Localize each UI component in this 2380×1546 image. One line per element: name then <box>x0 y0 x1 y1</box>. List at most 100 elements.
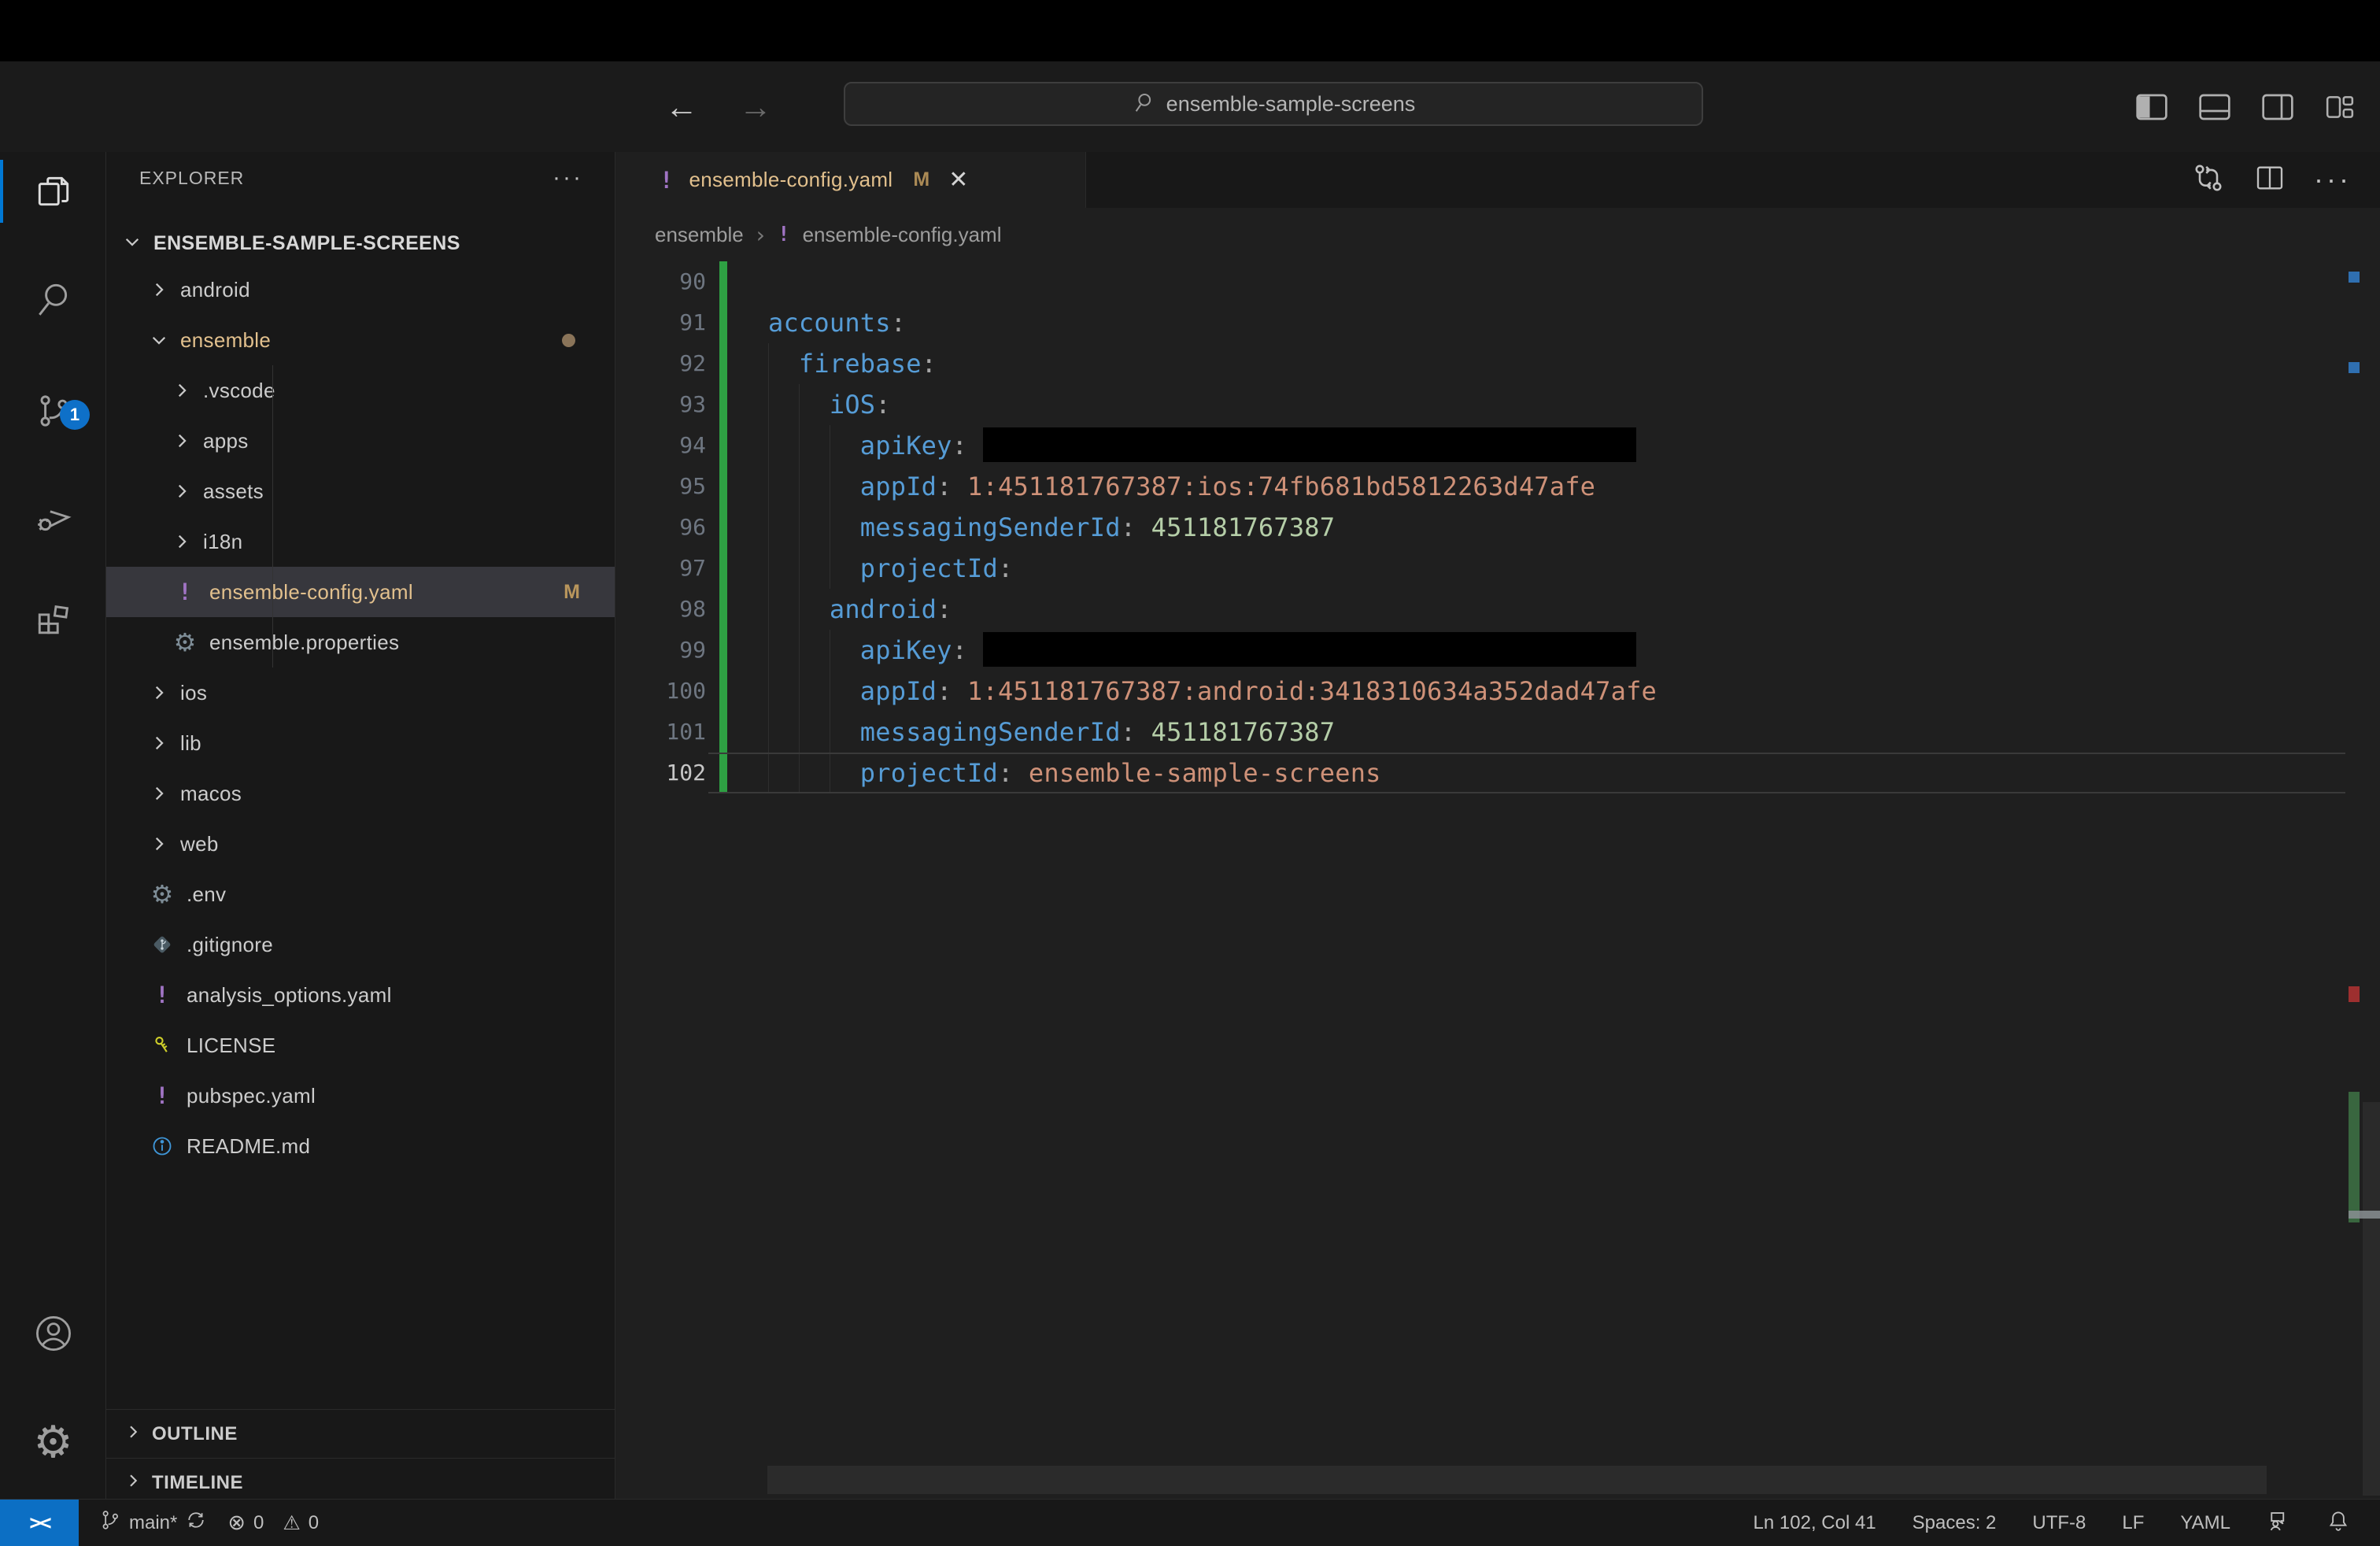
code-line-90[interactable]: 90 <box>615 261 2380 302</box>
tab-ensemble-config[interactable]: ! ensemble-config.yaml M ✕ <box>615 152 1086 208</box>
outline-section-header[interactable]: OUTLINE <box>106 1409 615 1458</box>
tree-item-ensemble-config-yaml[interactable]: ! ensemble-config.yaml M <box>106 567 615 617</box>
tab-close-icon[interactable]: ✕ <box>948 166 968 194</box>
notifications-bell-icon[interactable] <box>2326 1509 2350 1537</box>
code-line-text: accounts: <box>768 308 907 338</box>
line-number: 94 <box>679 432 706 458</box>
command-center[interactable]: ensemble-sample-screens <box>844 82 1703 126</box>
accounts-icon[interactable] <box>0 1294 106 1373</box>
key-icon <box>149 1034 176 1056</box>
explorer-more-actions-button[interactable]: ··· <box>552 165 583 191</box>
toggle-secondary-sidebar-button[interactable] <box>2262 94 2293 120</box>
run-and-debug-icon[interactable] <box>0 478 106 557</box>
tree-item-label: ensemble.properties <box>209 630 400 654</box>
code-line-text: messagingSenderId: 451181767387 <box>768 717 1336 747</box>
tree-item-apps[interactable]: apps <box>106 416 615 466</box>
code-line-text: appId: 1:451181767387:android:3418310634… <box>768 676 1658 706</box>
chevron-down-icon <box>122 231 142 256</box>
tree-item-macos[interactable]: macos <box>106 768 615 819</box>
branch-indicator[interactable]: main* <box>99 1509 207 1537</box>
error-icon: ⊗ <box>227 1511 246 1535</box>
problems-indicator[interactable]: ⊗ 0 ⚠ 0 <box>227 1511 319 1535</box>
split-editor-icon[interactable] <box>2254 162 2286 198</box>
toggle-primary-sidebar-button[interactable] <box>2136 94 2168 120</box>
code-line-95[interactable]: 95 appId: 1:451181767387:ios:74fb681bd58… <box>615 466 2380 507</box>
code-area[interactable]: 90 91 accounts: 92 firebase: 93 iOS: 94 apiKe… <box>615 261 2380 793</box>
code-line-93[interactable]: 93 iOS: <box>615 384 2380 425</box>
extensions-icon[interactable] <box>0 578 106 656</box>
vertical-scrollbar[interactable] <box>2363 1102 2380 1496</box>
history-back-button[interactable]: ← <box>665 90 698 124</box>
gutter-added-indicator <box>719 589 727 630</box>
source-control-icon[interactable]: 1 <box>0 372 106 450</box>
tree-item-web[interactable]: web <box>106 819 615 869</box>
code-line-97[interactable]: 97 projectId: <box>615 548 2380 589</box>
line-number: 92 <box>679 350 706 376</box>
tree-item-lib[interactable]: lib <box>106 718 615 768</box>
code-line-101[interactable]: 101 messagingSenderId: 451181767387 <box>615 712 2380 753</box>
breadcrumb-folder[interactable]: ensemble <box>655 223 744 247</box>
code-line-92[interactable]: 92 firebase: <box>615 343 2380 384</box>
tree-item-android[interactable]: android <box>106 264 615 315</box>
code-line-98[interactable]: 98 android: <box>615 589 2380 630</box>
tree-item-label: apps <box>203 428 249 453</box>
toggle-panel-button[interactable] <box>2199 94 2230 120</box>
encoding-indicator[interactable]: UTF-8 <box>2032 1512 2086 1534</box>
remote-indicator[interactable]: >< <box>0 1500 79 1546</box>
overview-ruler-added-band <box>2349 1092 2360 1222</box>
gutter-added-indicator <box>719 753 727 793</box>
info-icon <box>149 1135 176 1157</box>
tree-item--vscode[interactable]: .vscode <box>106 365 615 416</box>
tree-item-ios[interactable]: ios <box>106 668 615 718</box>
vscode-window: ← → ensemble-sample-screens 1 ⚙ EXPLORER… <box>0 0 2380 1546</box>
breadcrumb-file[interactable]: ensemble-config.yaml <box>803 223 1002 247</box>
chevron-right-icon <box>149 279 169 300</box>
tree-item-label: .env <box>187 882 227 906</box>
code-line-99[interactable]: 99 apiKey: <box>615 630 2380 671</box>
open-changes-icon[interactable] <box>2191 161 2226 199</box>
gutter-added-indicator <box>719 466 727 507</box>
yaml-icon: ! <box>660 166 674 194</box>
line-number: 90 <box>679 268 706 294</box>
line-number: 98 <box>679 596 706 622</box>
code-line-102[interactable]: 102 projectId: ensemble-sample-screens <box>615 753 2380 793</box>
tree-item--env[interactable]: ⚙ .env <box>106 869 615 919</box>
chevron-right-icon <box>172 380 192 401</box>
feedback-icon[interactable] <box>2267 1509 2290 1537</box>
more-actions-icon[interactable]: ··· <box>2314 165 2352 194</box>
horizontal-scrollbar[interactable] <box>767 1466 2267 1494</box>
code-line-91[interactable]: 91 accounts: <box>615 302 2380 343</box>
code-line-94[interactable]: 94 apiKey: <box>615 425 2380 466</box>
tree-item-ensemble[interactable]: ensemble <box>106 315 615 365</box>
search-icon[interactable] <box>0 260 106 338</box>
tree-item-assets[interactable]: assets <box>106 466 615 516</box>
code-line-96[interactable]: 96 messagingSenderId: 451181767387 <box>615 507 2380 548</box>
line-number: 96 <box>679 514 706 540</box>
project-root-row[interactable]: ENSEMBLE-SAMPLE-SCREENS <box>106 221 615 265</box>
gutter-added-indicator <box>719 507 727 548</box>
code-line-text: projectId: ensemble-sample-screens <box>768 758 1381 788</box>
customize-layout-button[interactable] <box>2325 94 2355 120</box>
tree-item--gitignore[interactable]: .gitignore <box>106 919 615 970</box>
explorer-sidebar: EXPLORER ··· ENSEMBLE-SAMPLE-SCREENS and… <box>106 152 615 1499</box>
chevron-right-icon: › <box>756 221 765 248</box>
explorer-icon[interactable] <box>0 152 106 231</box>
tree-item-i18n[interactable]: i18n <box>106 516 615 567</box>
line-number: 93 <box>679 391 706 417</box>
line-number: 102 <box>666 760 706 786</box>
code-line-100[interactable]: 100 appId: 1:451181767387:android:341831… <box>615 671 2380 712</box>
settings-gear-icon[interactable]: ⚙ <box>0 1404 106 1482</box>
indentation-indicator[interactable]: Spaces: 2 <box>1913 1512 1997 1534</box>
tree-item-ensemble-properties[interactable]: ⚙ ensemble.properties <box>106 617 615 668</box>
eol-indicator[interactable]: LF <box>2122 1512 2144 1534</box>
tree-item-readme-md[interactable]: README.md <box>106 1121 615 1171</box>
language-mode[interactable]: YAML <box>2180 1512 2230 1534</box>
tree-item-pubspec-yaml[interactable]: ! pubspec.yaml <box>106 1071 615 1121</box>
tree-item-license[interactable]: LICENSE <box>106 1020 615 1071</box>
cursor-position[interactable]: Ln 102, Col 41 <box>1754 1512 1876 1534</box>
tree-item-analysis-options-yaml[interactable]: ! analysis_options.yaml <box>106 970 615 1020</box>
error-count: 0 <box>253 1511 264 1533</box>
code-line-text: android: <box>768 594 952 624</box>
source-control-badge: 1 <box>60 400 90 430</box>
history-forward-button[interactable]: → <box>739 90 772 124</box>
